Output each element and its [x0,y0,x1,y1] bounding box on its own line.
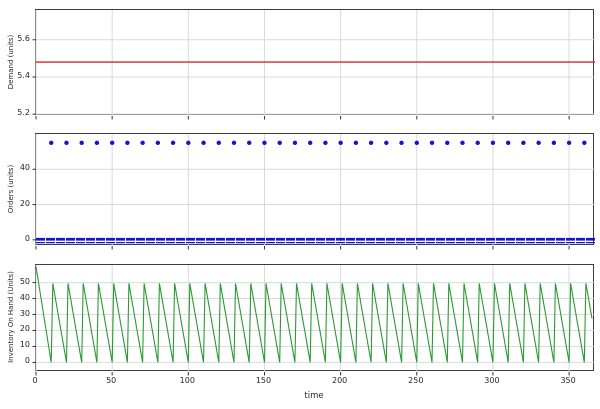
order-event-dot [430,141,434,145]
order-event-dot [415,141,419,145]
order-event-dot [399,141,403,145]
order-event-dot [140,141,144,145]
inventory-simulation-figure: Demand (units) Orders (units) Inventory … [0,0,600,409]
x-axis-label: time [304,391,323,401]
x-tick-label: 100 [170,376,204,386]
y-tick-label: 40 [0,293,30,303]
order-event-dot [125,141,129,145]
x-tick-label: 150 [246,376,280,386]
order-event-dot [552,141,556,145]
x-tick-label: 50 [94,376,128,386]
y-tick-label: 0 [0,234,30,244]
order-event-dot [293,141,297,145]
order-event-dot [308,141,312,145]
y-tick-label: 5.2 [0,108,30,118]
order-event-dot [247,141,251,145]
inventory-plot-area [35,264,594,371]
order-event-dot [506,141,510,145]
orders-chart-svg [36,134,595,246]
demand-plot-area [35,9,594,115]
order-event-dot [582,141,586,145]
order-event-dot [521,141,525,145]
order-event-dot [201,141,205,145]
y-tick-label: 0 [0,356,30,366]
order-event-dot [156,141,160,145]
order-event-dot [445,141,449,145]
order-event-dot [338,141,342,145]
order-event-dot [186,141,190,145]
x-tick-label: 300 [475,376,509,386]
order-event-dot [567,141,571,145]
x-tick-label: 0 [18,376,52,386]
order-event-dot [354,141,358,145]
y-tick-label: 5.6 [0,34,30,44]
order-event-dot [278,141,282,145]
x-tick-label: 200 [323,376,357,386]
y-tick-label: 10 [0,340,30,350]
y-tick-label: 20 [0,324,30,334]
order-event-dot [49,141,53,145]
order-event-dot [536,141,540,145]
orders-plot-area [35,133,594,245]
y-tick-label: 5.4 [0,71,30,81]
order-event-dot [491,141,495,145]
order-event-dot [384,141,388,145]
order-event-dot [323,141,327,145]
x-tick-label: 350 [551,376,585,386]
y-tick-label: 20 [0,199,30,209]
order-event-dot [171,141,175,145]
order-event-dot [476,141,480,145]
order-event-dot [110,141,114,145]
order-event-dot [79,141,83,145]
order-event-dot [217,141,221,145]
order-event-dot [232,141,236,145]
order-event-dot [95,141,99,145]
order-event-dot [369,141,373,145]
y-tick-label: 40 [0,163,30,173]
y-tick-label: 30 [0,309,30,319]
x-tick-label: 250 [399,376,433,386]
order-event-dot [460,141,464,145]
demand-chart-svg [36,10,595,116]
inventory-chart-svg [36,265,595,372]
y-tick-label: 50 [0,277,30,287]
order-event-dot [262,141,266,145]
order-event-dot [64,141,68,145]
